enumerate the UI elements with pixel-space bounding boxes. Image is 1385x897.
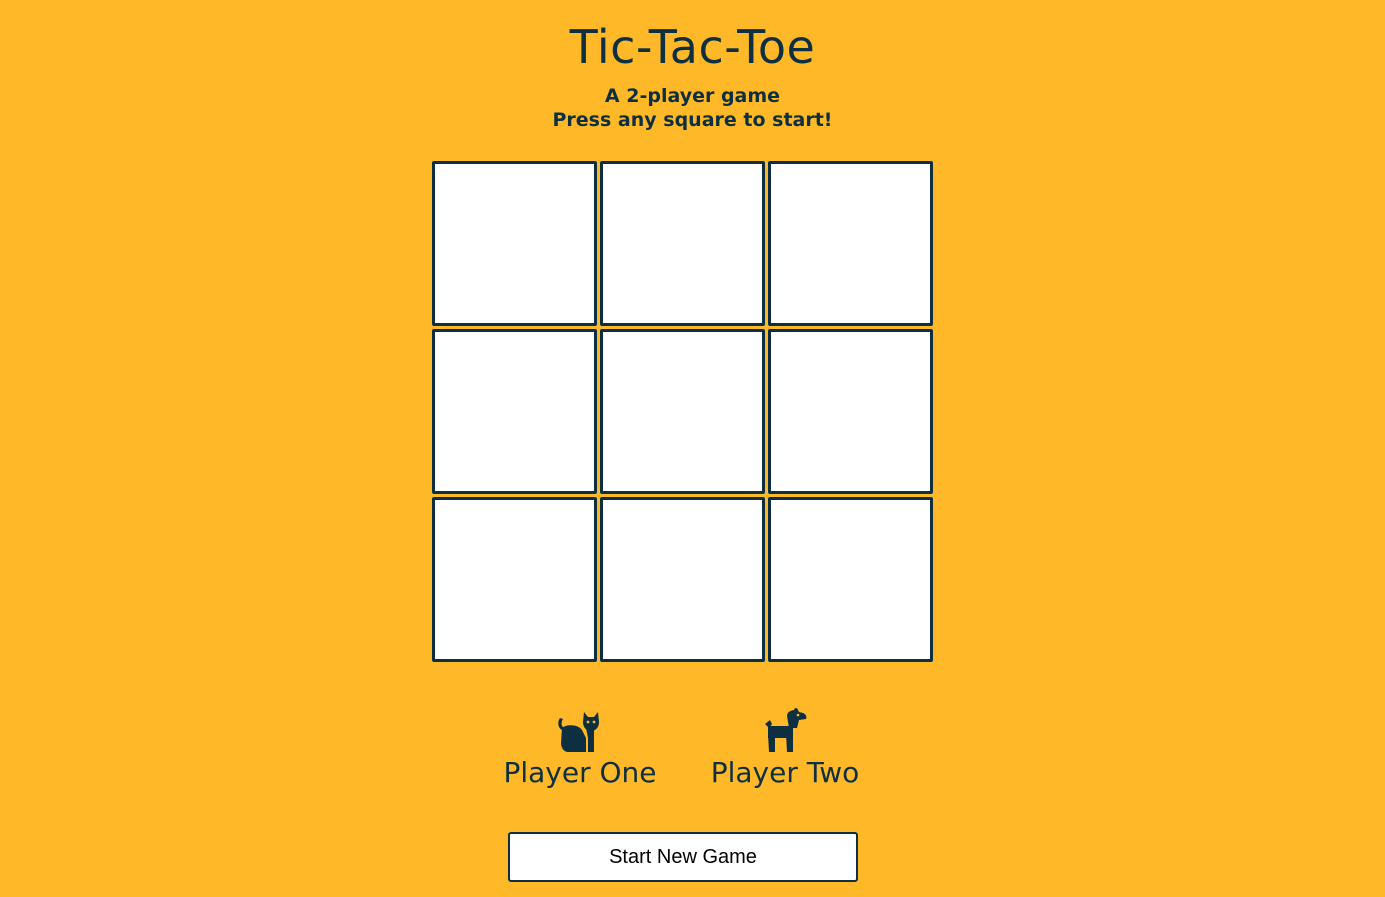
board-cell-1[interactable] <box>432 161 597 326</box>
player-one-name: Player One <box>503 756 657 789</box>
board-cell-8[interactable] <box>600 497 765 662</box>
board-cell-2[interactable] <box>600 161 765 326</box>
board-cell-5[interactable] <box>600 329 765 494</box>
subtitle: A 2-player game Press any square to star… <box>0 84 1385 132</box>
player-two-name: Player Two <box>710 756 860 789</box>
board-cell-9[interactable] <box>768 497 933 662</box>
dog-icon <box>765 708 807 752</box>
game-board <box>432 161 934 663</box>
players-panel: Player One Player Two <box>0 708 1385 798</box>
subtitle-instructions: Press any square to start! <box>552 109 833 131</box>
subtitle-game-type: A 2-player game <box>604 85 781 107</box>
start-new-game-button[interactable]: Start New Game <box>508 832 858 882</box>
player-two: Player Two <box>675 708 895 790</box>
board-cell-7[interactable] <box>432 497 597 662</box>
cat-icon <box>558 712 599 752</box>
player-one: Player One <box>470 708 690 790</box>
page-title: Tic-Tac-Toe <box>569 20 816 74</box>
board-cell-6[interactable] <box>768 329 933 494</box>
board-cell-3[interactable] <box>768 161 933 326</box>
board-cell-4[interactable] <box>432 329 597 494</box>
